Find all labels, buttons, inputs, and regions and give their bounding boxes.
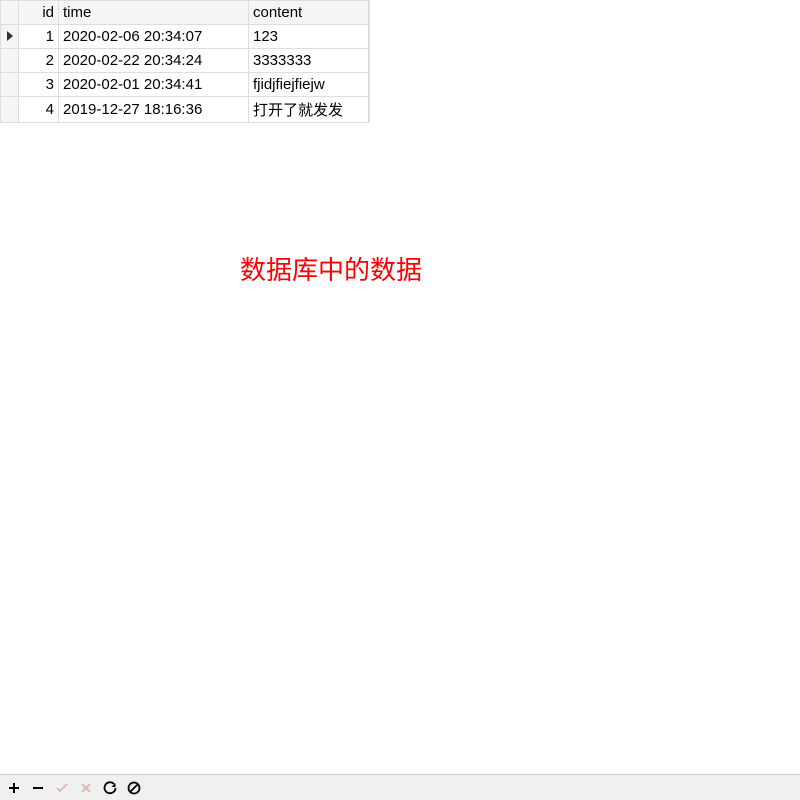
row-indicator-cell[interactable]	[1, 25, 19, 49]
header-row: id time content	[1, 1, 369, 25]
cancel-edit-button	[78, 780, 94, 796]
caption-label: 数据库中的数据	[240, 250, 422, 287]
table-row[interactable]: 42019-12-27 18:16:36打开了就发发	[1, 97, 369, 123]
cell-content[interactable]: 3333333	[249, 49, 369, 73]
cell-time[interactable]: 2020-02-06 20:34:07	[59, 25, 249, 49]
row-indicator-cell[interactable]	[1, 49, 19, 73]
delete-record-button[interactable]	[30, 780, 46, 796]
cell-content[interactable]: 123	[249, 25, 369, 49]
row-indicator-cell[interactable]	[1, 97, 19, 123]
column-header-time[interactable]: time	[59, 1, 249, 25]
column-header-id[interactable]: id	[19, 1, 59, 25]
cell-time[interactable]: 2019-12-27 18:16:36	[59, 97, 249, 123]
post-edit-button	[54, 780, 70, 796]
refresh-button[interactable]	[102, 780, 118, 796]
cell-id[interactable]: 1	[19, 25, 59, 49]
cell-time[interactable]: 2020-02-22 20:34:24	[59, 49, 249, 73]
cell-time[interactable]: 2020-02-01 20:34:41	[59, 73, 249, 97]
row-indicator-header	[1, 1, 19, 25]
stop-button[interactable]	[126, 780, 142, 796]
cell-id[interactable]: 4	[19, 97, 59, 123]
cell-id[interactable]: 2	[19, 49, 59, 73]
cell-content[interactable]: 打开了就发发	[249, 97, 369, 123]
table-row[interactable]: 32020-02-01 20:34:41fjidjfiejfiejw	[1, 73, 369, 97]
cell-content[interactable]: fjidjfiejfiejw	[249, 73, 369, 97]
row-indicator-cell[interactable]	[1, 73, 19, 97]
current-row-icon	[7, 31, 13, 41]
table-row[interactable]: 22020-02-22 20:34:243333333	[1, 49, 369, 73]
cell-id[interactable]: 3	[19, 73, 59, 97]
column-header-content[interactable]: content	[249, 1, 369, 25]
table-row[interactable]: 12020-02-06 20:34:07123	[1, 25, 369, 49]
add-record-button[interactable]	[6, 780, 22, 796]
navigator-toolbar	[0, 774, 800, 800]
data-grid[interactable]: id time content 12020-02-06 20:34:071232…	[0, 0, 370, 123]
